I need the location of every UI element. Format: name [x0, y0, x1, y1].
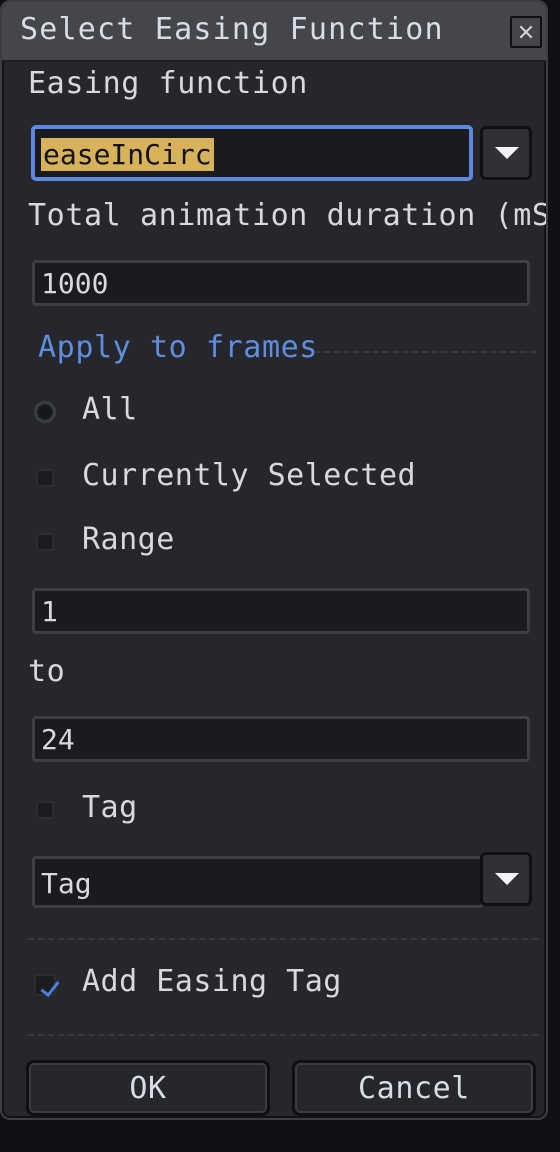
duration-input[interactable]: 1000 [32, 260, 530, 306]
tag-dropdown-button[interactable] [480, 852, 532, 906]
duration-value: 1000 [41, 267, 109, 300]
check-icon [40, 976, 60, 998]
radio-unchecked-icon[interactable] [36, 469, 54, 487]
chevron-down-icon [495, 873, 519, 885]
section-divider [28, 1034, 538, 1036]
range-to-value: 24 [41, 723, 75, 756]
tag-select[interactable]: Tag [32, 856, 484, 908]
ok-button-label: OK [129, 1071, 167, 1106]
radio-all-label: All [82, 392, 138, 427]
ok-button[interactable]: OK [26, 1060, 270, 1116]
radio-checked-icon[interactable] [34, 401, 56, 423]
radio-tag-label: Tag [82, 790, 138, 825]
easing-function-label: Easing function [28, 66, 308, 101]
range-from-value: 1 [41, 595, 58, 628]
duration-label: Total animation duration (mS) [28, 198, 548, 233]
close-icon[interactable] [510, 16, 542, 48]
title-bar[interactable]: Select Easing Function [2, 2, 546, 62]
add-easing-tag-checkbox[interactable]: Add Easing Tag [28, 964, 528, 1004]
apply-to-frames-label: Apply to frames [38, 330, 318, 365]
section-divider [28, 938, 538, 940]
add-easing-tag-label: Add Easing Tag [82, 964, 342, 999]
radio-range[interactable]: Range [28, 522, 528, 562]
radio-currently-selected[interactable]: Currently Selected [28, 458, 528, 498]
dialog-title: Select Easing Function [20, 12, 444, 47]
checkbox-icon[interactable] [34, 974, 60, 998]
radio-tag[interactable]: Tag [28, 790, 528, 830]
range-to-label: to [28, 654, 66, 689]
easing-dropdown-button[interactable] [480, 126, 532, 180]
easing-function-field[interactable]: easeInCirc [32, 126, 472, 180]
tag-select-value: Tag [41, 867, 92, 900]
section-divider [314, 351, 536, 353]
cancel-button-label: Cancel [358, 1071, 470, 1106]
radio-all[interactable]: All [28, 392, 528, 432]
radio-unchecked-icon[interactable] [36, 801, 54, 819]
easing-function-value: easeInCirc [41, 138, 214, 171]
chevron-down-icon [495, 147, 519, 159]
range-from-input[interactable]: 1 [32, 588, 530, 634]
radio-currently-selected-label: Currently Selected [82, 458, 417, 493]
range-to-input[interactable]: 24 [32, 716, 530, 762]
cancel-button[interactable]: Cancel [292, 1060, 536, 1116]
easing-dialog: Select Easing Function Easing function e… [0, 0, 548, 1120]
radio-range-label: Range [82, 522, 175, 557]
radio-unchecked-icon[interactable] [36, 533, 54, 551]
